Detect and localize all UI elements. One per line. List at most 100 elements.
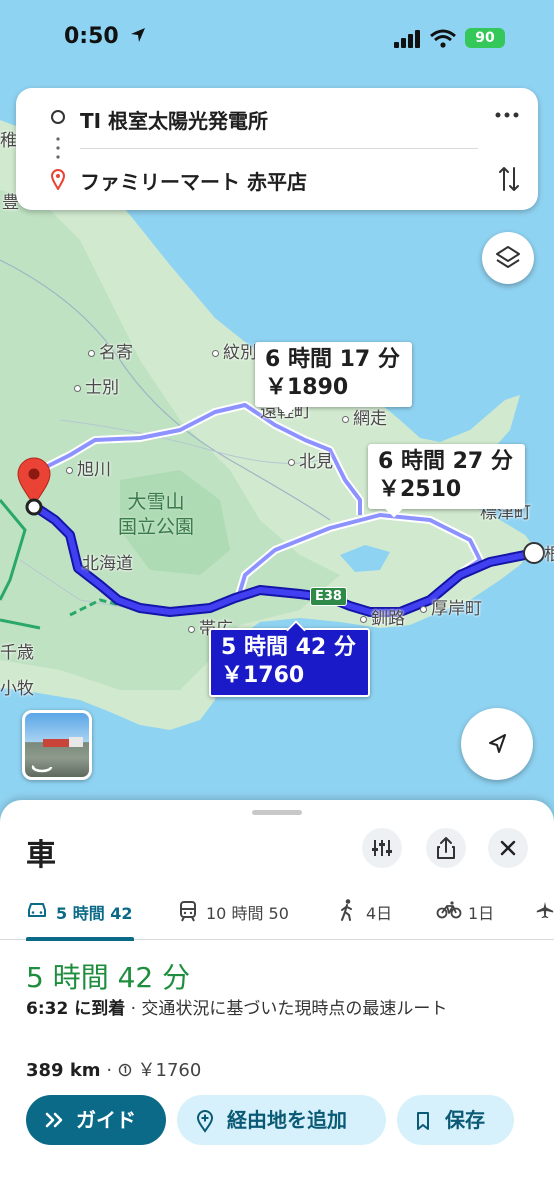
add-stop-button[interactable]: 経由地を追加	[177, 1095, 386, 1145]
layers-button[interactable]	[482, 232, 534, 284]
bookmark-icon	[417, 1112, 429, 1130]
route-toll: ￥2510	[378, 477, 462, 502]
place-label: 厚岸町	[431, 599, 482, 619]
place-nemuro[interactable]: 根	[544, 540, 554, 565]
add-stop-label: 経由地を追加	[227, 1108, 347, 1132]
navigation-arrow-icon	[489, 734, 506, 753]
sliders-icon	[372, 840, 392, 856]
tab-transit[interactable]: 10 時間 50	[178, 888, 298, 940]
card-divider	[80, 148, 478, 149]
tab-flight[interactable]	[536, 888, 554, 940]
park-label: 大雪山 国立公園	[118, 490, 194, 540]
place-dot-icon	[74, 384, 81, 392]
route-callout-primary[interactable]: 5 時間 42 分 ￥1760	[209, 628, 370, 697]
destination-row[interactable]: ファミリーマート 赤平店	[16, 150, 538, 208]
place-label: 千歳	[0, 643, 34, 663]
location-arrow-icon	[131, 28, 146, 42]
place-dot-icon	[288, 458, 295, 466]
place-label: 網走	[353, 409, 387, 429]
place-dot-icon	[188, 625, 195, 633]
route-time: 6 時間 17 分	[265, 347, 400, 372]
tab-car-label: 5 時間 42	[56, 904, 133, 923]
route-toll: ￥1890	[265, 375, 349, 400]
share-icon	[437, 837, 455, 859]
route-duration: 5 時間 42 分	[26, 961, 191, 994]
my-location-button[interactable]	[461, 708, 533, 780]
directions-card: TI 根室太陽光発電所 ファミリーマート 赤平店	[16, 88, 538, 210]
place-abashiri[interactable]: 網走	[342, 404, 387, 429]
destination-pin-small-icon	[50, 169, 66, 190]
place-label: 根	[544, 545, 554, 565]
tab-walk[interactable]: 4日	[338, 888, 398, 940]
flight-icon	[536, 901, 554, 919]
place-asahikawa[interactable]: 旭川	[66, 455, 111, 480]
tab-bike-label: 1日	[468, 904, 495, 923]
place-left-fragment[interactable]: 稚	[0, 126, 17, 151]
active-tab-indicator	[26, 937, 134, 941]
place-shibetsu[interactable]: 士別	[74, 373, 119, 398]
place-nayoro[interactable]: 名寄	[88, 338, 133, 363]
status-bar: 0:50 90	[0, 0, 554, 78]
sheet-drag-handle[interactable]	[252, 810, 302, 815]
add-stop-icon	[196, 1110, 214, 1133]
close-button[interactable]	[488, 828, 528, 868]
place-label: 士別	[85, 378, 119, 398]
origin-row[interactable]: TI 根室太陽光発電所	[16, 88, 538, 146]
swap-icon[interactable]	[498, 164, 520, 194]
route-distance: 389 km	[26, 1060, 101, 1081]
highway-shield: E38	[310, 587, 347, 606]
park-name-line2: 国立公園	[118, 516, 195, 538]
place-label: 名寄	[99, 343, 133, 363]
place-dot-icon	[88, 349, 95, 357]
origin-field[interactable]: TI 根室太陽光発電所	[80, 105, 268, 134]
car-icon	[28, 903, 46, 917]
route-time: 6 時間 27 分	[378, 449, 513, 474]
place-tomakomai[interactable]: 小牧	[0, 674, 34, 699]
place-label: 稚	[0, 131, 17, 151]
route-callout-alt-2[interactable]: 6 時間 27 分 ￥2510	[368, 444, 525, 509]
route-options-button[interactable]	[362, 828, 402, 868]
route-time: 5 時間 42 分	[221, 635, 356, 660]
route-callout-alt-1[interactable]: 6 時間 17 分 ￥1890	[255, 342, 412, 407]
layers-icon	[496, 246, 520, 268]
street-view-thumbnail[interactable]	[22, 710, 92, 780]
battery-level: 90	[475, 30, 495, 46]
guide-button-label: ガイド	[76, 1108, 136, 1132]
walk-icon	[341, 899, 352, 921]
place-label: 北海道	[82, 554, 133, 574]
park-name-line1: 大雪山	[127, 491, 185, 513]
directions-sheet: 車 5 時間 42 10 時間 50 4日 1日 5 時間 42 分 6:32 …	[0, 800, 554, 1200]
double-chevron-icon	[45, 1112, 63, 1128]
more-options-icon[interactable]	[494, 110, 520, 120]
bike-icon	[436, 901, 462, 919]
place-chitose[interactable]: 千歳	[0, 638, 34, 663]
tab-car[interactable]: 5 時間 42	[26, 888, 134, 941]
status-time: 0:50	[64, 24, 148, 49]
save-button[interactable]: 保存	[397, 1095, 514, 1145]
place-kitami[interactable]: 北見	[288, 447, 333, 472]
route-toll-amount: ￥1760	[137, 1060, 202, 1081]
destination-field[interactable]: ファミリーマート 赤平店	[80, 166, 307, 195]
train-icon	[180, 901, 196, 922]
share-button[interactable]	[426, 828, 466, 868]
arrival-time: 6:32 に到着	[26, 999, 126, 1019]
tab-bike[interactable]: 1日	[436, 888, 496, 940]
place-kushiro[interactable]: 釧路	[360, 604, 405, 629]
place-akkeshi[interactable]: 厚岸町	[420, 594, 482, 619]
arrival-note: · 交通状況に基づいた現時点の最速ルート	[125, 999, 448, 1019]
place-hokkaido[interactable]: 北海道	[82, 549, 133, 574]
place-label: 紋別	[223, 343, 257, 363]
place-dot-icon	[212, 349, 219, 357]
place-dot-icon	[342, 415, 349, 423]
street-view-icon	[31, 737, 83, 773]
sheet-title: 車	[26, 838, 56, 873]
route-summary: 389 km · ￥1760	[26, 1056, 201, 1082]
place-dot-icon	[360, 615, 367, 623]
arrival-info: 6:32 に到着 · 交通状況に基づいた現時点の最速ルート	[26, 996, 526, 1022]
place-monbetsu[interactable]: 紋別	[212, 338, 257, 363]
close-icon	[500, 840, 516, 856]
toll-icon	[118, 1063, 131, 1077]
guide-button[interactable]: ガイド	[26, 1095, 166, 1145]
start-marker[interactable]	[523, 542, 545, 564]
tab-transit-label: 10 時間 50	[206, 904, 289, 923]
